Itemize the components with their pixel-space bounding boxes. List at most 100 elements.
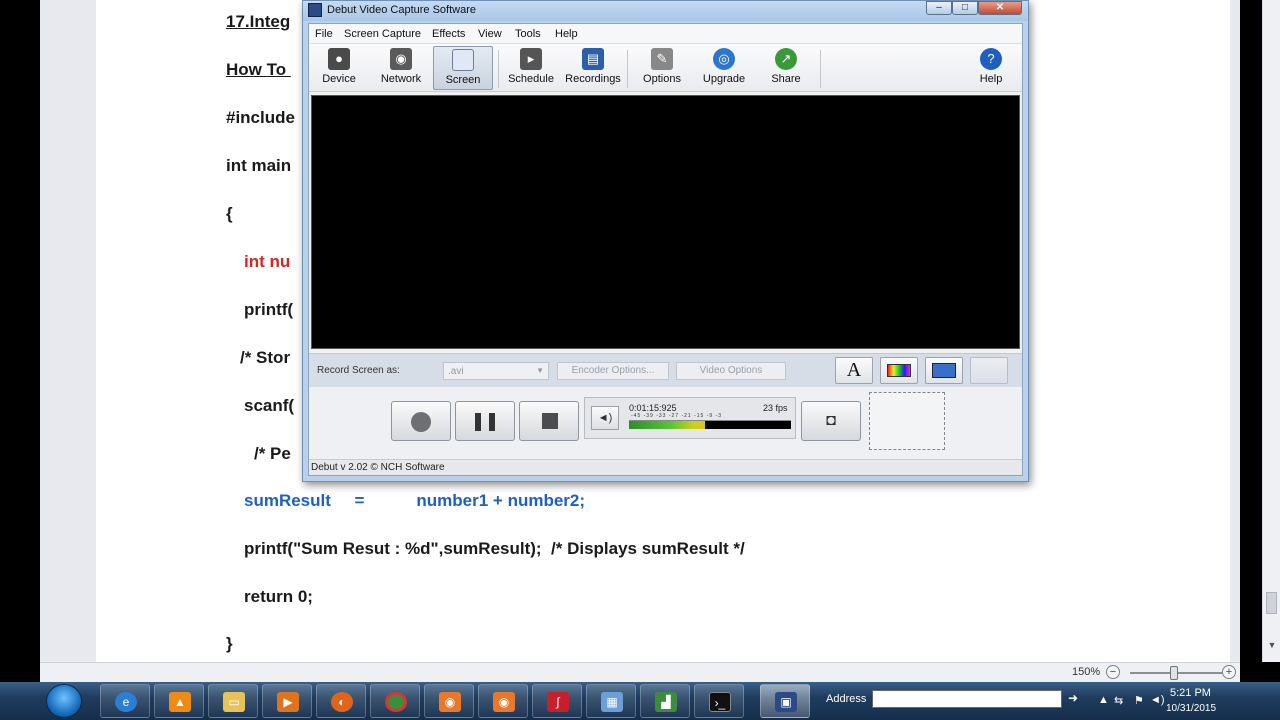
encoder-options-button[interactable]: Encoder Options... (557, 362, 669, 380)
clock-date[interactable]: 10/31/2015 (1166, 703, 1216, 714)
options-button[interactable]: ✎ Options (632, 46, 692, 90)
start-button[interactable] (46, 684, 82, 718)
taskbar-media-player[interactable]: ▶ (262, 684, 312, 718)
speaker-icon[interactable]: ◄) (1150, 694, 1165, 706)
network-icon[interactable]: ⇆ (1114, 694, 1123, 707)
overlay-button[interactable] (925, 357, 963, 384)
network-button[interactable]: ◉ Network (371, 46, 431, 90)
menu-view[interactable]: View (478, 28, 502, 40)
menu-screen-capture[interactable]: Screen Capture (344, 28, 421, 40)
maximize-button[interactable]: □ (952, 1, 978, 15)
stop-button[interactable] (519, 401, 579, 441)
record-button[interactable] (391, 401, 451, 441)
doc-line-subheading: How To (226, 60, 291, 79)
debut-titlebar[interactable]: Debut Video Capture Software – □ ✕ (303, 1, 1028, 21)
taskbar-chrome[interactable] (370, 684, 420, 718)
toolbar-separator (627, 50, 628, 88)
taskbar: e ▲ ▭ ▶ ◐ ◉ ◉ ∫ ▦ ▟ ›_ ▣ Address ➜ ▲ ⇆ ⚑… (0, 682, 1280, 720)
doc-line-open-brace: { (226, 204, 233, 223)
color-adjust-button[interactable] (880, 357, 918, 384)
audio-meter-scale: -45 -39 -33 -27 -21 -15 -9 -3 (629, 413, 791, 421)
stop-icon (542, 413, 558, 429)
network-camera-icon: ◉ (390, 48, 412, 70)
taskbar-debut[interactable]: ▣ (760, 684, 810, 718)
help-label: Help (979, 73, 1003, 85)
taskbar-vlc[interactable]: ▲ (154, 684, 204, 718)
zoom-slider-thumb[interactable] (1170, 666, 1178, 680)
doc-line-main: int main (226, 156, 292, 175)
debut-window: Debut Video Capture Software – □ ✕ File … (302, 0, 1029, 482)
share-label: Share (771, 73, 801, 85)
recordings-button[interactable]: ▤ Recordings (563, 46, 623, 90)
recording-meter-panel: ◄) 0:01:15:925 23 fps -45 -39 -33 -27 -2… (584, 397, 796, 439)
close-button[interactable]: ✕ (978, 1, 1022, 15)
doc-line-return: return 0; (244, 587, 313, 606)
output-format-select[interactable]: .avi ▼ (443, 362, 549, 380)
options-icon: ✎ (651, 48, 673, 70)
zoom-in-icon[interactable]: + (1222, 665, 1236, 679)
taskbar-firefox[interactable]: ◐ (316, 684, 366, 718)
menu-help[interactable]: Help (555, 28, 578, 40)
taskbar-app-chart[interactable]: ▟ (640, 684, 690, 718)
internet-explorer-icon: e (115, 692, 137, 712)
window-title: Debut Video Capture Software (327, 4, 476, 16)
taskbar-app-red[interactable]: ∫ (532, 684, 582, 718)
menu-file[interactable]: File (315, 28, 333, 40)
capture-area-preview[interactable] (869, 392, 945, 450)
taskbar-ie[interactable]: e (100, 684, 150, 718)
camera-icon: ◘ (826, 412, 836, 429)
recordings-icon: ▤ (582, 48, 604, 70)
share-button[interactable]: ↗ Share (756, 46, 816, 90)
doc-line-sum: sumResult = number1 + number2; (244, 491, 586, 510)
taskbar-app-orange-2[interactable]: ◉ (478, 684, 528, 718)
doc-line-heading: 17.Integ (226, 12, 291, 31)
toolbar-separator (820, 50, 821, 88)
taskbar-explorer[interactable]: ▭ (208, 684, 258, 718)
debut-taskbar-icon: ▣ (775, 692, 797, 712)
taskbar-command-prompt[interactable]: ›_ (694, 684, 744, 718)
menu-effects[interactable]: Effects (432, 28, 465, 40)
help-icon: ? (980, 48, 1002, 70)
disabled-tool-button[interactable] (970, 357, 1008, 384)
text-caption-button[interactable]: A (835, 357, 873, 384)
main-toolbar: ● Device ◉ Network Screen ▸ Schedule ▤ R… (309, 44, 1022, 92)
video-options-button[interactable]: Video Options (676, 362, 786, 380)
app-icon: ◉ (493, 692, 515, 712)
chrome-icon (385, 692, 407, 712)
clock-time[interactable]: 5:21 PM (1170, 687, 1211, 699)
menu-tools[interactable]: Tools (515, 28, 541, 40)
show-hidden-icons-icon[interactable]: ▲ (1098, 694, 1109, 706)
device-button[interactable]: ● Device (309, 46, 369, 90)
upgrade-button[interactable]: ◎ Upgrade (694, 46, 754, 90)
scroll-down-arrow-icon[interactable]: ▼ (1266, 640, 1278, 654)
firefox-icon: ◐ (331, 692, 353, 712)
snapshot-button[interactable]: ◘ (801, 401, 861, 441)
schedule-label: Schedule (508, 73, 554, 85)
help-button[interactable]: ? Help (961, 46, 1021, 90)
screen-button[interactable]: Screen (433, 46, 493, 90)
minimize-button[interactable]: – (926, 1, 952, 15)
debut-client-area: File Screen Capture Effects View Tools H… (308, 23, 1023, 476)
pause-button[interactable] (455, 401, 515, 441)
address-input[interactable] (872, 690, 1062, 708)
menu-bar: File Screen Capture Effects View Tools H… (309, 24, 1022, 44)
address-toolbar-label: Address (826, 693, 867, 705)
debut-app-icon (308, 3, 322, 17)
flag-icon[interactable]: ⚑ (1134, 694, 1144, 707)
taskbar-app-orange[interactable]: ◉ (424, 684, 474, 718)
upgrade-icon: ◎ (713, 48, 735, 70)
doc-vertical-scrollbar[interactable]: ▼ (1262, 0, 1280, 662)
doc-line-comment-perform: /* Pe (254, 444, 291, 463)
zoom-level[interactable]: 150% (1072, 666, 1100, 678)
zoom-out-icon[interactable]: − (1106, 665, 1120, 679)
go-arrow-icon[interactable]: ➜ (1068, 691, 1078, 705)
volume-icon[interactable]: ◄) (591, 406, 619, 430)
options-label: Options (643, 73, 681, 85)
audio-level-meter (629, 421, 791, 429)
schedule-button[interactable]: ▸ Schedule (501, 46, 561, 90)
folder-icon: ▭ (223, 692, 245, 712)
doc-scroll-thumb[interactable] (1266, 592, 1277, 614)
share-icon: ↗ (775, 48, 797, 70)
output-format-value: .avi (448, 366, 464, 377)
taskbar-paint[interactable]: ▦ (586, 684, 636, 718)
